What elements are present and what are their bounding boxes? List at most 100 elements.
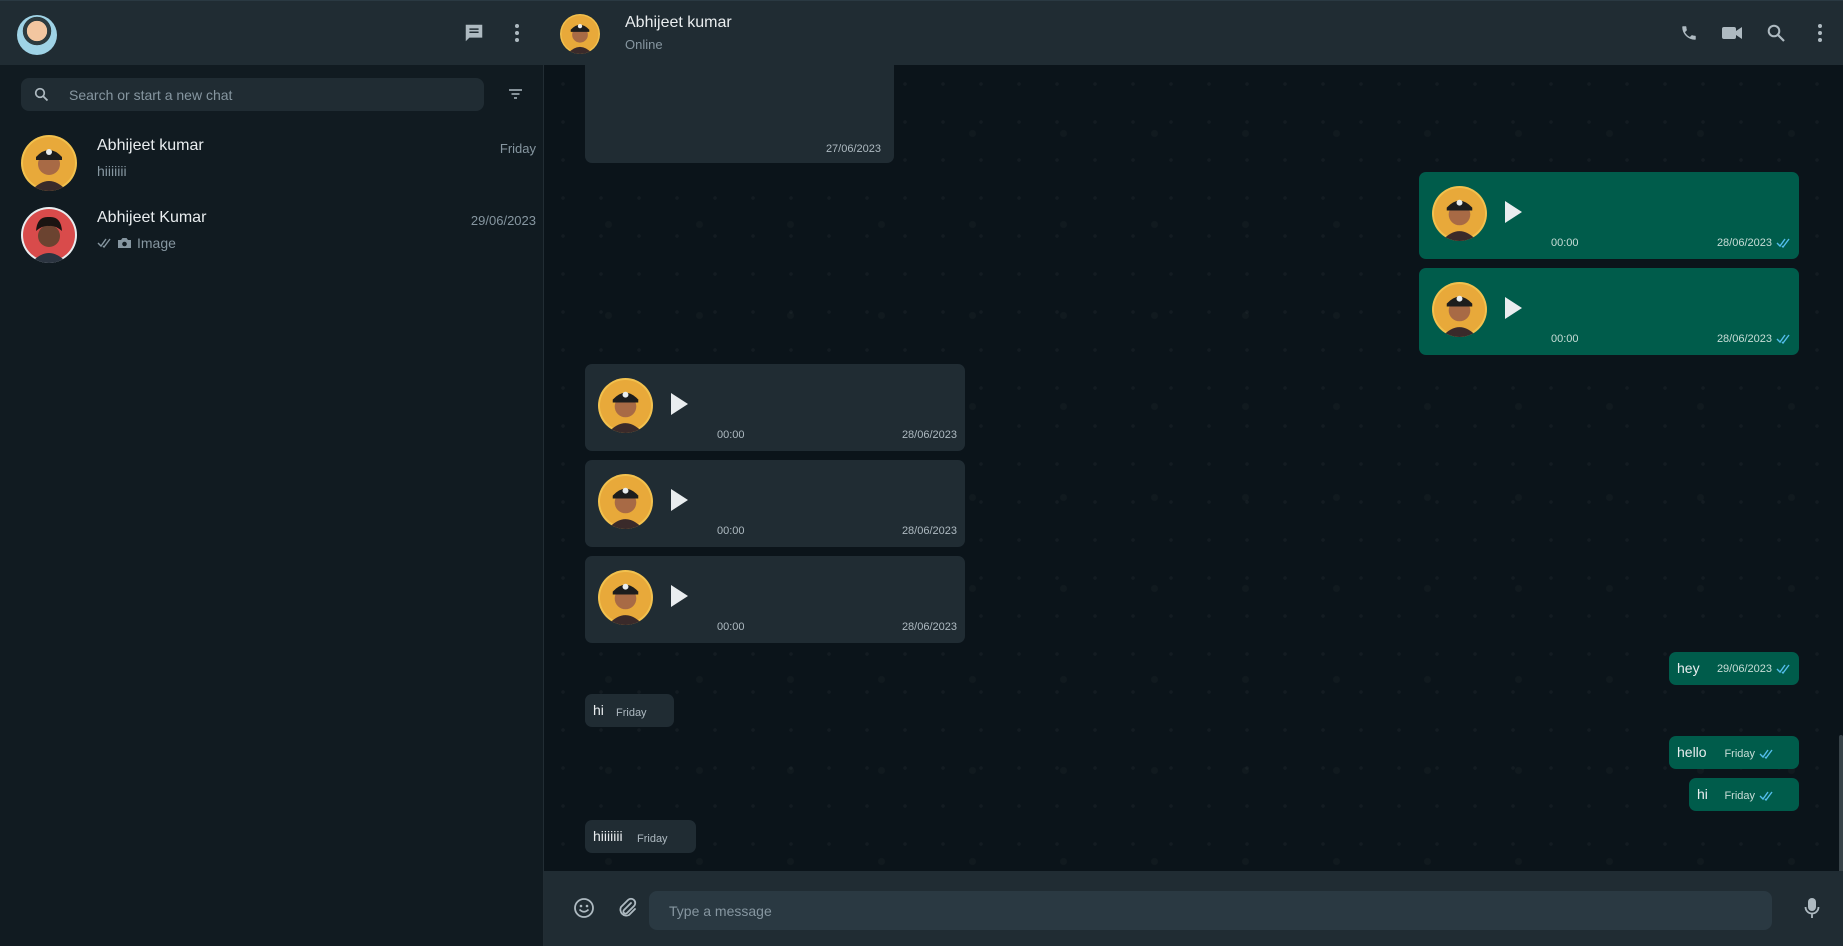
play-icon[interactable] xyxy=(671,393,688,415)
chat-last-message: Image xyxy=(97,235,176,251)
chat-name: Abhijeet kumar xyxy=(97,137,204,154)
text-message[interactable]: hi Friday xyxy=(585,694,674,727)
phone-icon[interactable] xyxy=(1675,19,1703,47)
message-text: hello xyxy=(1677,744,1707,760)
video-icon[interactable] xyxy=(1718,19,1746,47)
search-icon[interactable] xyxy=(1762,19,1790,47)
play-icon[interactable] xyxy=(1505,297,1522,319)
voice-message: 00:00 28/06/2023 xyxy=(585,364,965,451)
sidebar-header xyxy=(0,1,544,65)
message-field xyxy=(649,891,1772,930)
contact-name[interactable]: Abhijeet kumar xyxy=(625,14,732,32)
message-meta: 28/06/2023 xyxy=(902,621,957,633)
message-time: 28/06/2023 xyxy=(901,429,957,441)
new-chat-icon[interactable] xyxy=(460,19,488,47)
double-check-icon xyxy=(1776,664,1791,674)
double-check-icon xyxy=(1759,791,1774,801)
avatar xyxy=(598,474,653,529)
last-message-text: hiiiiiii xyxy=(97,163,127,179)
scrollbar[interactable] xyxy=(1839,735,1843,871)
search-icon[interactable] xyxy=(34,87,49,102)
avatar xyxy=(1432,186,1487,241)
message-meta: 29/06/2023 xyxy=(1717,663,1791,675)
menu-icon[interactable] xyxy=(503,19,531,47)
message-meta: 28/06/2023 xyxy=(902,525,957,537)
avatar xyxy=(21,135,77,191)
chat-list-panel: Abhijeet kumar Friday hiiiiiii Abhijeet … xyxy=(0,1,544,946)
chat-list-item[interactable]: Abhijeet kumar Friday hiiiiiii xyxy=(0,127,544,199)
conversation-header: Abhijeet kumar Online xyxy=(544,1,1843,65)
menu-icon[interactable] xyxy=(1806,19,1834,47)
message-input[interactable] xyxy=(669,891,1759,930)
camera-icon xyxy=(117,237,132,249)
play-icon[interactable] xyxy=(671,585,688,607)
contact-status: Online xyxy=(625,37,663,52)
voice-message: 00:00 28/06/2023 xyxy=(1419,268,1799,355)
avatar xyxy=(598,378,653,433)
play-icon[interactable] xyxy=(671,489,688,511)
avatar xyxy=(598,570,653,625)
avatar xyxy=(21,207,77,263)
search-bar xyxy=(0,65,544,123)
voice-message: 00:00 28/06/2023 xyxy=(585,460,965,547)
image-message[interactable]: 27/06/2023 xyxy=(585,65,894,163)
whatsapp-app: Abhijeet kumar Friday hiiiiiii Abhijeet … xyxy=(0,0,1843,946)
voice-message: 00:00 28/06/2023 xyxy=(1419,172,1799,259)
message-time: 27/06/2023 xyxy=(825,143,881,155)
message-meta: Friday xyxy=(1724,748,1774,760)
message-meta: Friday xyxy=(1724,790,1774,802)
voice-duration: 00:00 xyxy=(717,429,745,441)
message-text: hiiiiiii xyxy=(593,828,623,844)
message-time: Friday xyxy=(616,707,647,719)
message-time: 29/06/2023 xyxy=(1716,663,1772,675)
message-text: hey xyxy=(1677,660,1700,676)
chat-time: Friday xyxy=(499,141,536,156)
text-message[interactable]: hi Friday xyxy=(1689,778,1799,811)
contact-avatar[interactable] xyxy=(560,14,600,54)
my-profile-avatar[interactable] xyxy=(17,15,57,55)
voice-duration: 00:00 xyxy=(1551,237,1579,249)
filter-icon[interactable] xyxy=(508,88,523,100)
message-time: 28/06/2023 xyxy=(1716,333,1772,345)
message-meta: 28/06/2023 xyxy=(902,429,957,441)
search-box xyxy=(21,78,484,111)
message-composer xyxy=(544,871,1843,946)
voice-duration: 00:00 xyxy=(717,525,745,537)
message-meta: Friday xyxy=(637,833,668,845)
chat-name: Abhijeet Kumar xyxy=(97,209,207,226)
message-time: 28/06/2023 xyxy=(901,621,957,633)
message-time: Friday xyxy=(1724,748,1755,760)
play-icon[interactable] xyxy=(1505,201,1522,223)
message-text: hi xyxy=(593,702,604,718)
double-check-icon xyxy=(1776,238,1791,248)
chat-list-item[interactable]: Abhijeet Kumar 29/06/2023 Image xyxy=(0,199,544,271)
text-message[interactable]: hello Friday xyxy=(1669,736,1799,769)
message-text: hi xyxy=(1697,786,1708,802)
chat-time: 29/06/2023 xyxy=(470,213,536,228)
emoji-icon[interactable] xyxy=(570,894,598,922)
message-list[interactable]: 27/06/2023 00:00 28/06/2023 00:00 28/06/… xyxy=(544,65,1843,871)
message-time: 28/06/2023 xyxy=(1716,237,1772,249)
message-meta: 28/06/2023 xyxy=(1717,333,1791,345)
message-meta: 27/06/2023 xyxy=(826,143,881,155)
voice-duration: 00:00 xyxy=(1551,333,1579,345)
voice-message: 00:00 28/06/2023 xyxy=(585,556,965,643)
conversation-panel: Abhijeet kumar Online 27/06/2023 00:00 2… xyxy=(544,1,1843,946)
avatar xyxy=(1432,282,1487,337)
text-message[interactable]: hey 29/06/2023 xyxy=(1669,652,1799,685)
message-meta: Friday xyxy=(616,707,647,719)
mic-icon[interactable] xyxy=(1798,894,1826,922)
message-time: Friday xyxy=(1724,790,1755,802)
voice-duration: 00:00 xyxy=(717,621,745,633)
search-input[interactable] xyxy=(69,78,469,111)
message-time: Friday xyxy=(637,833,668,845)
double-check-icon xyxy=(1759,749,1774,759)
attach-icon[interactable] xyxy=(613,894,641,922)
chat-last-message: hiiiiiii xyxy=(97,163,127,179)
double-check-icon xyxy=(97,238,112,248)
double-check-icon xyxy=(1776,334,1791,344)
text-message[interactable]: hiiiiiii Friday xyxy=(585,820,696,853)
message-time: 28/06/2023 xyxy=(901,525,957,537)
last-message-text: Image xyxy=(137,235,176,251)
message-meta: 28/06/2023 xyxy=(1717,237,1791,249)
